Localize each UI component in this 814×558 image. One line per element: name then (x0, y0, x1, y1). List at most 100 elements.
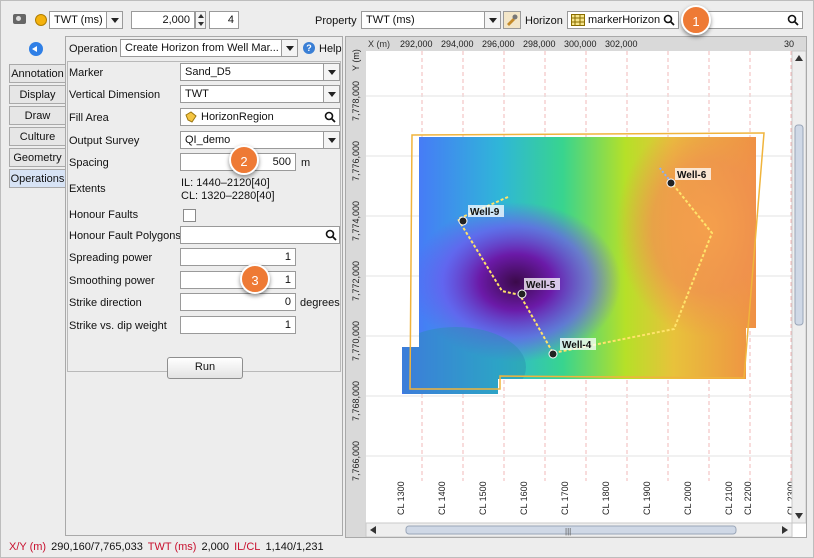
smoothing-power-input[interactable]: 1 (180, 271, 296, 289)
y-tick: 7,774,000 (351, 201, 361, 241)
horizon-field[interactable]: markerHorizon (567, 11, 679, 29)
chevron-down-icon (323, 64, 339, 80)
vertical-scroll-thumb[interactable] (794, 124, 804, 326)
polygon-icon (185, 111, 197, 123)
output-survey-label: Output Survey (69, 135, 140, 147)
extents-cl: CL: 1320–2280[40] (181, 190, 275, 202)
map-canvas[interactable]: Well-9 Well-5 Well-4 Well-6 X (m) 292,00… (346, 37, 806, 537)
chevron-down-icon (484, 12, 500, 28)
chevron-down-icon (323, 86, 339, 102)
tab-annotation[interactable]: Annotation (9, 64, 65, 83)
help-link[interactable]: Help (319, 43, 342, 55)
cl-tick: CL 2100 (724, 481, 734, 515)
camera-icon[interactable] (13, 14, 26, 24)
strike-unit: degrees (300, 297, 340, 309)
time-value-input[interactable]: 2,000 (131, 11, 195, 29)
time-stepper[interactable] (195, 11, 206, 29)
x-tick: 302,000 (605, 39, 638, 49)
horizon-label: Horizon (525, 15, 563, 27)
cl-tick: CL 1400 (437, 481, 447, 515)
domain-select[interactable]: TWT (ms) (49, 11, 123, 29)
honour-faults-label: Honour Faults (69, 209, 139, 221)
y-tick: 7,770,000 (351, 321, 361, 361)
status-twt-value: 2,000 (201, 541, 230, 553)
vertical-dimension-select[interactable]: TWT (180, 85, 340, 103)
callout-badge-1: 1 (681, 5, 711, 35)
help-icon[interactable]: ? (303, 42, 315, 54)
chevron-down-icon (106, 12, 122, 28)
strike-dip-weight-label: Strike vs. dip weight (69, 320, 167, 332)
tab-culture[interactable]: Culture (9, 127, 65, 146)
fault-polygons-field[interactable] (180, 226, 340, 244)
property-select-value: TWT (ms) (366, 14, 415, 26)
honour-fault-polygons-label: Honour Fault Polygons (69, 230, 181, 242)
status-twt-label: TWT (ms) (147, 541, 197, 553)
tab-display[interactable]: Display (9, 85, 65, 104)
fill-area-field[interactable]: HorizonRegion (180, 108, 340, 126)
tab-draw[interactable]: Draw (9, 106, 65, 125)
search-icon[interactable] (325, 229, 337, 241)
back-button[interactable] (29, 42, 43, 56)
cl-tick: CL 1700 (560, 481, 570, 515)
output-survey-select[interactable]: QI_demo (180, 131, 340, 149)
well-label: Well-4 (562, 340, 592, 351)
x-tick: 298,000 (523, 39, 556, 49)
status-xy-label: X/Y (m) (9, 541, 47, 553)
map-view[interactable]: Well-9 Well-5 Well-4 Well-6 X (m) 292,00… (345, 36, 807, 538)
cl-tick: CL 2200 (743, 481, 753, 515)
y-axis-label: Y (m) (351, 49, 361, 71)
status-dot-icon (35, 14, 47, 26)
cl-tick: CL 1300 (396, 481, 406, 515)
operation-label: Operation (69, 43, 118, 55)
cl-tick: CL 1600 (519, 481, 529, 515)
fill-area-label: Fill Area (69, 112, 109, 124)
search-icon[interactable] (324, 111, 336, 123)
strike-direction-input[interactable]: 0 (180, 293, 296, 311)
step-input[interactable]: 4 (209, 11, 239, 29)
vertical-dimension-value: TWT (185, 88, 209, 100)
callout-badge-3: 3 (240, 264, 270, 294)
tab-geometry[interactable]: Geometry (9, 148, 65, 167)
status-ilcl-label: IL/CL (234, 541, 261, 553)
fill-area-value: HorizonRegion (201, 111, 274, 123)
y-tick: 7,766,000 (351, 441, 361, 481)
run-button[interactable]: Run (167, 357, 243, 379)
x-tick: 30 (784, 39, 794, 49)
x-axis-label: X (m) (368, 39, 390, 49)
cl-tick: CL 2000 (683, 481, 693, 515)
y-tick: 7,776,000 (351, 141, 361, 181)
property-picker-icon[interactable] (503, 11, 521, 29)
well-label: Well-9 (470, 207, 500, 218)
horizon-surface (402, 137, 756, 394)
scroll-grip: ||| (565, 527, 571, 536)
well-label: Well-5 (526, 280, 556, 291)
horizon-value: markerHorizon (588, 14, 661, 26)
tab-operations[interactable]: Operations (9, 169, 65, 188)
well-label: Well-6 (677, 170, 707, 181)
spreading-power-input[interactable]: 1 (180, 248, 296, 266)
marker-select[interactable]: Sand_D5 (180, 63, 340, 81)
vertical-dimension-label: Vertical Dimension (69, 89, 161, 101)
spreading-power-label: Spreading power (69, 252, 153, 264)
status-ilcl-value: 1,140/1,231 (265, 541, 324, 553)
marker-select-value: Sand_D5 (185, 66, 231, 78)
operation-select[interactable]: Create Horizon from Well Mar... (120, 39, 298, 57)
honour-faults-checkbox[interactable] (183, 209, 196, 222)
y-tick: 7,768,000 (351, 381, 361, 421)
app-window: TWT (ms) 2,000 4 Property TWT (ms) Horiz… (0, 0, 814, 558)
domain-select-value: TWT (ms) (54, 14, 103, 26)
x-tick: 292,000 (400, 39, 433, 49)
extents-label: Extents (69, 183, 106, 195)
cl-tick: CL 1800 (601, 481, 611, 515)
search-icon[interactable] (787, 14, 799, 26)
status-bar: X/Y (m) 290,160/7,765,033 TWT (ms) 2,000… (9, 539, 326, 555)
status-xy-value: 290,160/7,765,033 (51, 541, 143, 553)
cl-tick: CL 1500 (478, 481, 488, 515)
strike-dip-weight-input[interactable]: 1 (180, 316, 296, 334)
search-icon[interactable] (663, 14, 675, 26)
x-tick: 296,000 (482, 39, 515, 49)
chevron-down-icon (281, 40, 297, 56)
extents-il: IL: 1440–2120[40] (181, 177, 270, 189)
y-tick: 7,778,000 (351, 81, 361, 121)
property-select[interactable]: TWT (ms) (361, 11, 501, 29)
